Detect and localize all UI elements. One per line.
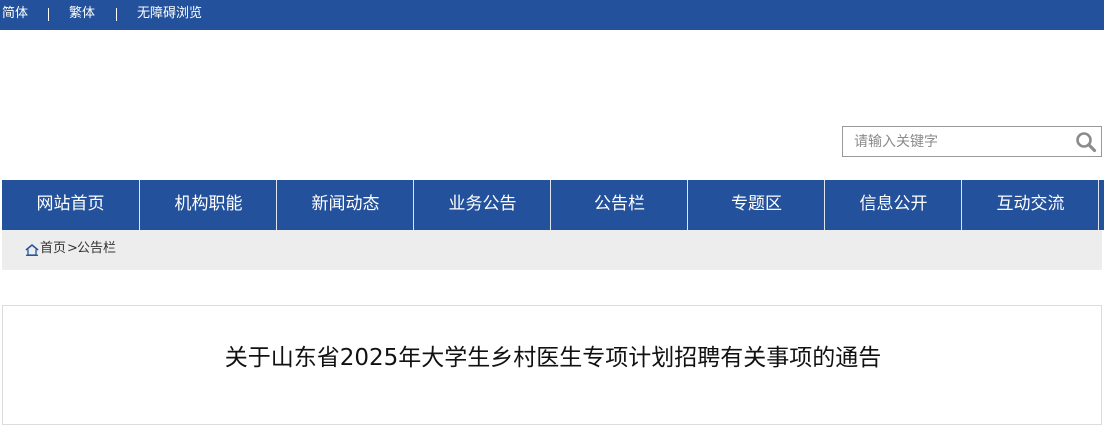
home-icon[interactable] — [25, 244, 39, 256]
nav-item-special-topics[interactable]: 专题区 — [688, 180, 825, 230]
accessibility-link[interactable]: 无障碍浏览 — [137, 6, 202, 22]
nav-item-bulletin-board[interactable]: 公告栏 — [551, 180, 688, 230]
topbar-divider — [116, 8, 117, 21]
topbar-divider — [48, 8, 49, 21]
nav-item-functions[interactable]: 机构职能 — [140, 180, 277, 230]
nav-divider — [1098, 180, 1099, 230]
breadcrumb-current: 公告栏 — [77, 241, 117, 256]
nav-item-business-notices[interactable]: 业务公告 — [414, 180, 551, 230]
nav-item-home[interactable]: 网站首页 — [2, 180, 139, 230]
nav-item-interaction[interactable]: 互动交流 — [962, 180, 1099, 230]
article-title: 关于山东省2025年大学生乡村医生专项计划招聘有关事项的通告 — [224, 345, 882, 371]
main-nav: 网站首页 机构职能 新闻动态 业务公告 公告栏 专题区 信息公开 互动交流 — [2, 180, 1104, 230]
simplified-chinese-link[interactable]: 简体 — [2, 6, 28, 22]
top-bar: 简体 繁体 无障碍浏览 — [0, 0, 1104, 30]
search-icon[interactable] — [1075, 131, 1097, 153]
nav-item-news[interactable]: 新闻动态 — [277, 180, 414, 230]
nav-item-info-disclosure[interactable]: 信息公开 — [825, 180, 962, 230]
search-box — [842, 126, 1102, 157]
traditional-chinese-link[interactable]: 繁体 — [69, 6, 95, 22]
search-input[interactable] — [843, 127, 1071, 156]
breadcrumb-home-link[interactable]: 首页 — [40, 241, 66, 257]
breadcrumb: 首页 > 公告栏 — [2, 230, 1102, 270]
article-panel: 关于山东省2025年大学生乡村医生专项计划招聘有关事项的通告 — [2, 305, 1102, 425]
